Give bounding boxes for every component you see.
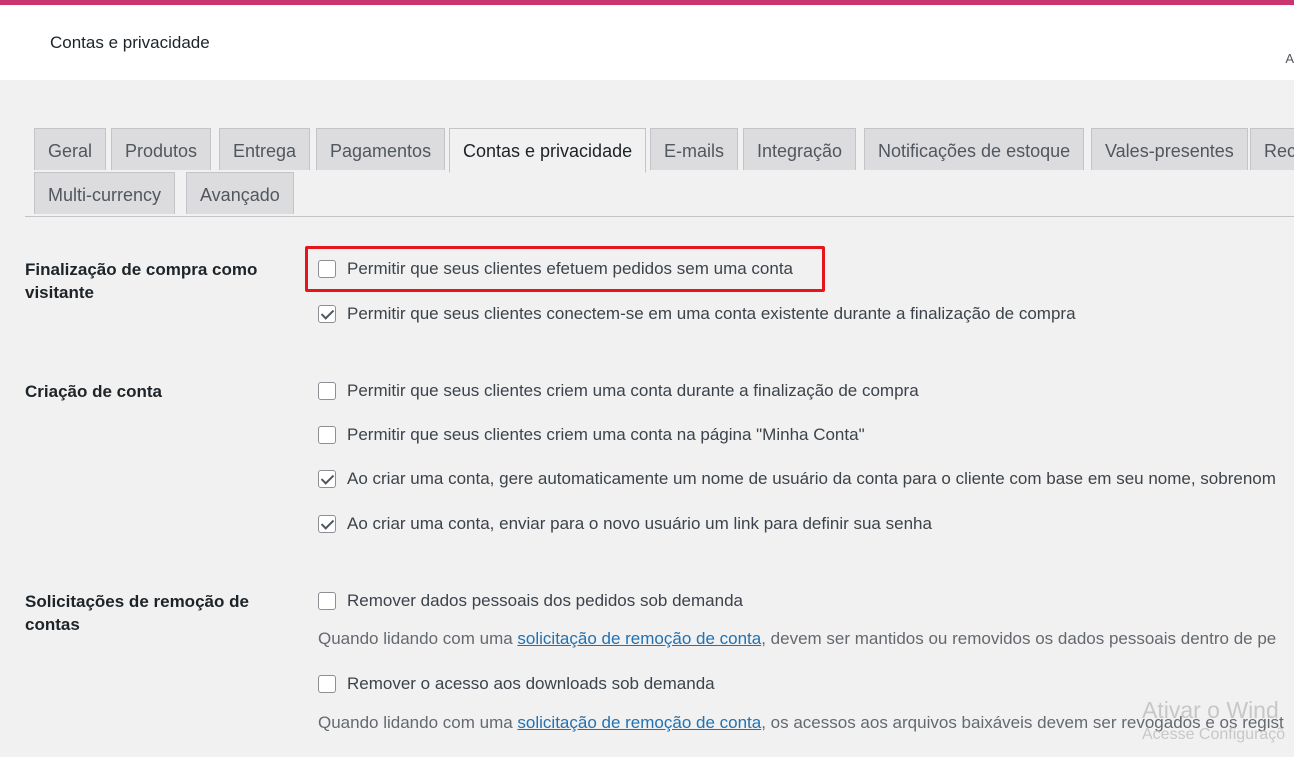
option-generate-username[interactable]: Ao criar uma conta, gere automaticamente…	[318, 467, 1276, 491]
erase-order-data-label: Remover dados pessoais dos pedidos sob d…	[347, 591, 743, 610]
signup-at-checkout-checkbox[interactable]	[318, 382, 336, 400]
guest-orders-checkbox[interactable]	[318, 260, 336, 278]
tab-produtos[interactable]: Produtos	[111, 128, 212, 170]
login-at-checkout-checkbox[interactable]	[318, 305, 336, 323]
tab-notificacoes-de-estoque[interactable]: Notificações de estoque	[864, 128, 1085, 170]
tab-contas-e-privacidade[interactable]: Contas e privacidade	[449, 128, 647, 173]
revoke-downloads-label: Remover o acesso aos downloads sob deman…	[347, 674, 715, 693]
generate-username-label: Ao criar uma conta, gere automaticamente…	[347, 469, 1276, 488]
erase-order-data-description: Quando lidando com uma solicitação de re…	[318, 629, 1276, 649]
signup-at-checkout-label: Permitir que seus clientes criem uma con…	[347, 381, 919, 400]
tab-entrega[interactable]: Entrega	[219, 128, 311, 170]
tab-recurring-truncated[interactable]: Rec	[1250, 128, 1294, 170]
generate-username-checkbox[interactable]	[318, 470, 336, 488]
tab-multi-currency[interactable]: Multi-currency	[34, 172, 176, 214]
watermark-line-2: Acesse Configuraçõ	[1142, 726, 1286, 743]
description-text: Quando lidando com uma	[318, 629, 518, 648]
watermark-line-1: Ativar o Wind	[1142, 697, 1279, 723]
signup-my-account-checkbox[interactable]	[318, 426, 336, 444]
erasure-request-link[interactable]: solicitação de remoção de conta	[517, 713, 761, 732]
option-revoke-downloads[interactable]: Remover o acesso aos downloads sob deman…	[318, 672, 715, 696]
guest-checkout-label: Finalização de compra como visitante	[25, 260, 258, 302]
signup-my-account-label: Permitir que seus clientes criem uma con…	[347, 425, 865, 444]
description-text: Quando lidando com uma	[318, 713, 518, 732]
tab-avancado[interactable]: Avançado	[186, 172, 294, 214]
option-login-at-checkout[interactable]: Permitir que seus clientes conectem-se e…	[318, 302, 1076, 326]
tab-e-mails[interactable]: E-mails	[650, 128, 739, 170]
description-text: , devem ser mantidos ou removidos os dad…	[761, 629, 1277, 648]
guest-orders-label: Permitir que seus clientes efetuem pedid…	[347, 259, 794, 278]
option-signup-at-checkout[interactable]: Permitir que seus clientes criem uma con…	[318, 379, 919, 403]
tab-pagamentos[interactable]: Pagamentos	[316, 128, 446, 170]
option-erase-order-data[interactable]: Remover dados pessoais dos pedidos sob d…	[318, 589, 743, 613]
erasure-requests-label: Solicitações de remoção de contas	[25, 592, 249, 634]
revoke-downloads-checkbox[interactable]	[318, 675, 336, 693]
login-at-checkout-label: Permitir que seus clientes conectem-se e…	[347, 304, 1076, 323]
tab-geral[interactable]: Geral	[34, 128, 107, 170]
erasure-request-link[interactable]: solicitação de remoção de conta	[517, 629, 761, 648]
windows-activation-watermark: Ativar o Wind Acesse Configuraçõ	[1142, 697, 1285, 744]
header-edge-text: A	[1285, 51, 1294, 66]
option-send-password-link[interactable]: Ao criar uma conta, enviar para o novo u…	[318, 512, 932, 536]
send-password-link-label: Ao criar uma conta, enviar para o novo u…	[347, 514, 932, 533]
account-creation-label: Criação de conta	[25, 382, 162, 401]
tab-vales-presentes[interactable]: Vales-presentes	[1091, 128, 1248, 170]
option-guest-orders[interactable]: Permitir que seus clientes efetuem pedid…	[318, 257, 793, 281]
erase-order-data-checkbox[interactable]	[318, 592, 336, 610]
page-title: Contas e privacidade	[50, 33, 210, 52]
page-header: Contas e privacidade A	[0, 5, 1294, 80]
tab-integracao[interactable]: Integração	[743, 128, 857, 170]
option-signup-my-account[interactable]: Permitir que seus clientes criem uma con…	[318, 423, 865, 447]
send-password-link-checkbox[interactable]	[318, 515, 336, 533]
revoke-downloads-description: Quando lidando com uma solicitação de re…	[318, 713, 1284, 733]
settings-tabs: Geral Produtos Entrega Pagamentos Contas…	[25, 128, 1294, 217]
